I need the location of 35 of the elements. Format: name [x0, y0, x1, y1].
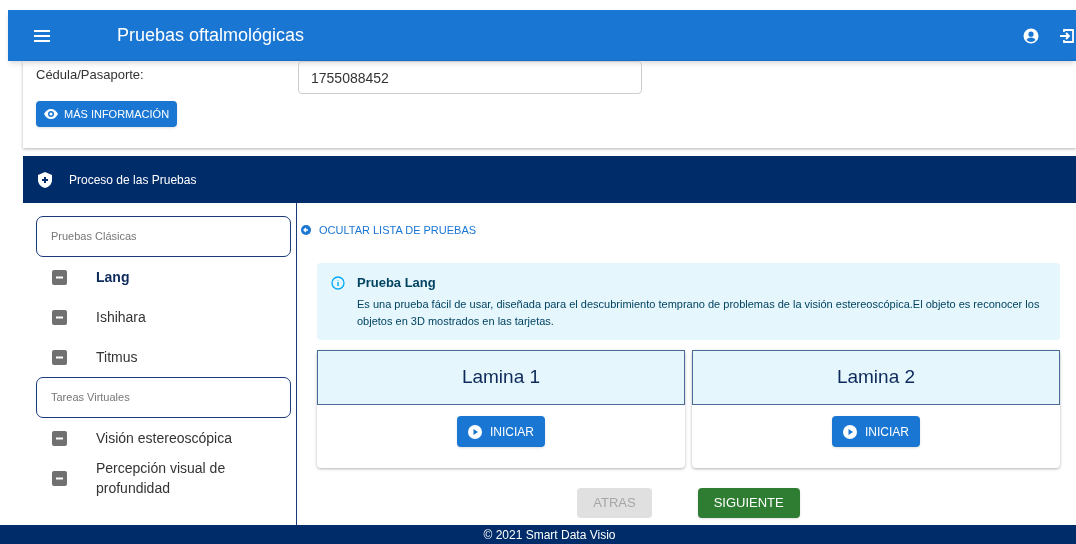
id-field[interactable]: 1755088452 [298, 61, 642, 94]
minus-icon [52, 349, 67, 365]
info-icon [331, 275, 345, 290]
minus-icon [52, 269, 67, 285]
start-button[interactable]: INICIAR [457, 416, 545, 447]
next-button[interactable]: SIGUIENTE [697, 488, 800, 518]
menu-icon[interactable] [34, 29, 50, 42]
plate-title: Lamina 1 [317, 350, 685, 405]
play-icon [843, 424, 857, 439]
plate-title: Lamina 2 [692, 350, 1060, 405]
play-icon [468, 424, 482, 439]
eye-icon [44, 109, 58, 119]
test-item[interactable]: Titmus [36, 337, 291, 377]
test-item[interactable]: Ishihara [36, 297, 291, 337]
test-item[interactable]: Visión estereoscópica [36, 418, 291, 458]
minus-icon [52, 309, 67, 325]
test-item[interactable]: Percepción visual de profundidad [36, 458, 291, 498]
footer-text: © 2021 Smart Data Visio [483, 528, 616, 541]
group-header: Tareas Virtuales [36, 377, 291, 418]
more-info-button[interactable]: MÁS INFORMACIÓN [36, 101, 178, 127]
minus-icon [52, 430, 67, 446]
arrow-left-icon [301, 225, 311, 236]
logout-icon[interactable] [1060, 27, 1074, 44]
shield-icon [38, 171, 52, 188]
app-title: Pruebas oftalmológicas [117, 24, 305, 47]
hide-list-link[interactable]: OCULTAR LISTA DE PRUEBAS [319, 222, 477, 239]
alert-title: Prueba Lang [357, 273, 437, 292]
id-label: Cédula/Pasaporte: [36, 66, 145, 84]
test-item[interactable]: Lang [36, 257, 291, 297]
start-button[interactable]: INICIAR [832, 416, 920, 447]
alert-text: Es una prueba fácil de usar, diseñada para el descubrimiento temprano de problemas de la visión estereoscópica.El objeto es reconocer los objetos en 3D mostrados en las tarjetas. [357, 297, 1041, 329]
group-header: Pruebas Clásicas [36, 216, 291, 257]
section-title: Proceso de las Pruebas [69, 171, 197, 189]
account-icon[interactable] [1022, 26, 1040, 45]
minus-icon [52, 470, 67, 486]
